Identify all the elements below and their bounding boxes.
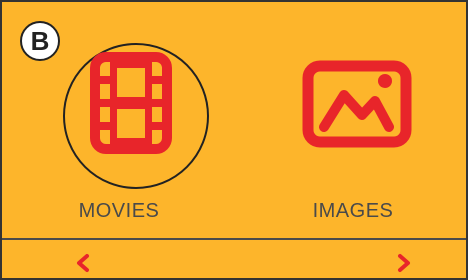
images-label: IMAGES <box>312 200 394 222</box>
movies-label: MOVIES <box>78 200 160 222</box>
movies-tile[interactable]: MOVIES <box>2 2 236 238</box>
chevron-right-icon[interactable] <box>394 252 414 274</box>
divider <box>2 238 466 240</box>
image-icon <box>302 60 412 148</box>
media-menu-screen: B MOVIES IMAGES <box>0 0 468 280</box>
images-tile[interactable]: IMAGES <box>236 2 466 238</box>
chevron-left-icon[interactable] <box>73 252 93 274</box>
film-strip-icon <box>90 52 172 154</box>
